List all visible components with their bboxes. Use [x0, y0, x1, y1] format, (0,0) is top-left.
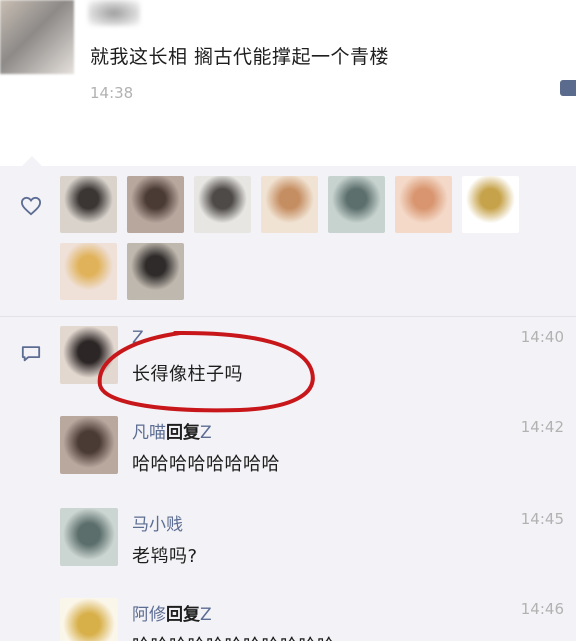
commenter-avatar[interactable]: [60, 508, 118, 566]
commenter-avatar[interactable]: [60, 326, 118, 384]
post-text: 就我这长相 搁古代能撑起一个青楼: [90, 46, 390, 68]
comment-time: 14:46: [520, 600, 564, 618]
liker-avatar-9[interactable]: [127, 243, 184, 300]
commenter-name[interactable]: Z: [132, 328, 144, 348]
liker-avatar-5[interactable]: [328, 176, 385, 233]
comment-time: 14:42: [520, 418, 564, 436]
liker-avatar-4[interactable]: [261, 176, 318, 233]
commenter-avatar[interactable]: [60, 598, 118, 641]
commenter-name[interactable]: 马小贱: [132, 510, 183, 535]
likes-avatar-list: [60, 176, 570, 300]
commenter-name-text[interactable]: Z: [132, 328, 144, 348]
commenter-name-text[interactable]: 马小贱: [132, 515, 183, 535]
reply-to-name[interactable]: Z: [200, 605, 212, 625]
panel-notch: [22, 156, 42, 166]
comment-text: 长得像柱子吗: [132, 364, 243, 385]
reply-to-name[interactable]: Z: [200, 423, 212, 443]
commenter-name[interactable]: 阿修回复Z: [132, 600, 212, 625]
liker-avatar-7[interactable]: [462, 176, 519, 233]
commenter-avatar[interactable]: [60, 416, 118, 474]
liker-avatar-1[interactable]: [60, 176, 117, 233]
comment-text: 老鸨吗?: [132, 546, 198, 567]
comment-bubble-icon: [21, 346, 41, 362]
poster-avatar[interactable]: [0, 0, 74, 74]
comment-text: 哈哈哈哈哈哈哈哈哈哈哈: [132, 632, 336, 641]
commenter-name[interactable]: 凡喵回复Z: [132, 418, 212, 443]
commenter-name-text[interactable]: 凡喵: [132, 423, 166, 443]
post-time: 14:38: [90, 84, 134, 102]
liker-avatar-3[interactable]: [194, 176, 251, 233]
blurred-overlay: [88, 0, 140, 26]
liker-avatar-6[interactable]: [395, 176, 452, 233]
comment-time: 14:40: [520, 328, 564, 346]
commenter-name-text[interactable]: 阿修: [132, 605, 166, 625]
liker-avatar-8[interactable]: [60, 243, 117, 300]
more-actions-button[interactable]: [560, 80, 576, 96]
reply-word: 回复: [166, 423, 200, 443]
comment-time: 14:45: [520, 510, 564, 528]
panel-divider: [0, 316, 576, 317]
heart-outline-icon: [20, 196, 42, 216]
liker-avatar-2[interactable]: [127, 176, 184, 233]
comment-text: 哈哈哈哈哈哈哈哈: [132, 454, 280, 475]
reply-word: 回复: [166, 605, 200, 625]
moments-post-detail: 就我这长相 搁古代能撑起一个青楼 14:38 Z 14:40 长得像柱子吗 凡喵回复Z…: [0, 0, 576, 641]
